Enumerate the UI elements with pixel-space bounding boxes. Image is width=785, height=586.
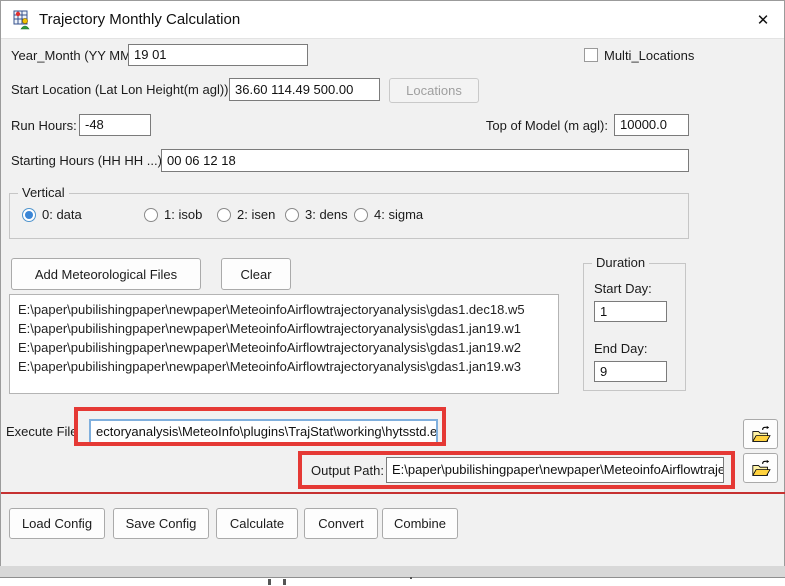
duration-groupbox: Duration Start Day: 1 End Day: 9 [583,263,686,391]
starting-hours-label: Starting Hours (HH HH ...): [11,153,166,168]
output-path-label: Output Path: [311,463,384,478]
multi-locations-checkbox[interactable] [584,48,598,62]
vertical-groupbox: Vertical 0: data 1: isob 2: isen 3: dens… [9,193,689,239]
radio-3-dens[interactable]: 3: dens [285,207,348,222]
radio-icon [217,208,231,222]
met-file-list[interactable]: E:\paper\pubilishingpaper\newpaper\Meteo… [9,294,559,394]
radio-4-sigma[interactable]: 4: sigma [354,207,423,222]
window-bottom-edge [0,566,785,578]
app-icon [13,10,33,30]
red-separator-line [1,492,785,494]
browse-output-button[interactable] [743,453,778,483]
end-day-input[interactable]: 9 [594,361,667,382]
start-day-label: Start Day: [594,281,652,296]
run-hours-label: Run Hours: [11,118,77,133]
taskbar-sliver-mark [410,577,412,579]
taskbar-sliver-mark [268,579,271,585]
execute-file-label: Execute File [6,424,78,439]
list-item[interactable]: E:\paper\pubilishingpaper\newpaper\Meteo… [18,319,550,338]
list-item[interactable]: E:\paper\pubilishingpaper\newpaper\Meteo… [18,338,550,357]
end-day-label: End Day: [594,341,647,356]
radio-icon [144,208,158,222]
start-day-input[interactable]: 1 [594,301,667,322]
load-config-button[interactable]: Load Config [9,508,105,539]
open-folder-icon [751,459,771,477]
start-location-label: Start Location (Lat Lon Height(m agl)): [11,82,232,97]
close-icon[interactable]: ✕ [750,8,776,32]
multi-locations-label: Multi_Locations [604,48,694,63]
convert-button[interactable]: Convert [304,508,378,539]
browse-execute-button[interactable] [743,419,778,449]
radio-icon [285,208,299,222]
radio-selected-icon [22,208,36,222]
year-month-input[interactable]: 19 01 [128,44,308,66]
combine-button[interactable]: Combine [382,508,458,539]
output-path-input[interactable]: E:\paper\pubilishingpaper\newpaper\Meteo… [386,457,724,483]
start-location-input[interactable]: 36.60 114.49 500.00 [229,78,380,101]
starting-hours-input[interactable]: 00 06 12 18 [161,149,689,172]
list-item[interactable]: E:\paper\pubilishingpaper\newpaper\Meteo… [18,357,550,376]
calculate-button[interactable]: Calculate [216,508,298,539]
screenshot-root: Trajectory Monthly Calculation ✕ Year_Mo… [0,0,785,586]
vertical-legend: Vertical [18,185,69,200]
run-hours-input[interactable]: -48 [79,114,151,136]
open-folder-icon [751,425,771,443]
radio-0-data[interactable]: 0: data [22,207,82,222]
radio-icon [354,208,368,222]
duration-legend: Duration [592,255,649,270]
clear-button[interactable]: Clear [221,258,291,290]
radio-2-isen[interactable]: 2: isen [217,207,275,222]
locations-button[interactable]: Locations [389,78,479,103]
title-bar: Trajectory Monthly Calculation ✕ [1,1,784,39]
save-config-button[interactable]: Save Config [113,508,209,539]
taskbar-sliver-mark [283,579,286,585]
list-item[interactable]: E:\paper\pubilishingpaper\newpaper\Meteo… [18,300,550,319]
window-title: Trajectory Monthly Calculation [39,11,240,28]
add-met-files-button[interactable]: Add Meteorological Files [11,258,201,290]
year-month-label: Year_Month (YY MM): [11,48,139,63]
radio-1-isob[interactable]: 1: isob [144,207,202,222]
dialog-window: Trajectory Monthly Calculation ✕ Year_Mo… [0,0,785,566]
top-of-model-label: Top of Model (m agl): [456,118,608,133]
top-of-model-input[interactable]: 10000.0 [614,114,689,136]
execute-file-input[interactable]: ectoryanalysis\MeteoInfo\plugins\TrajSta… [89,419,438,444]
